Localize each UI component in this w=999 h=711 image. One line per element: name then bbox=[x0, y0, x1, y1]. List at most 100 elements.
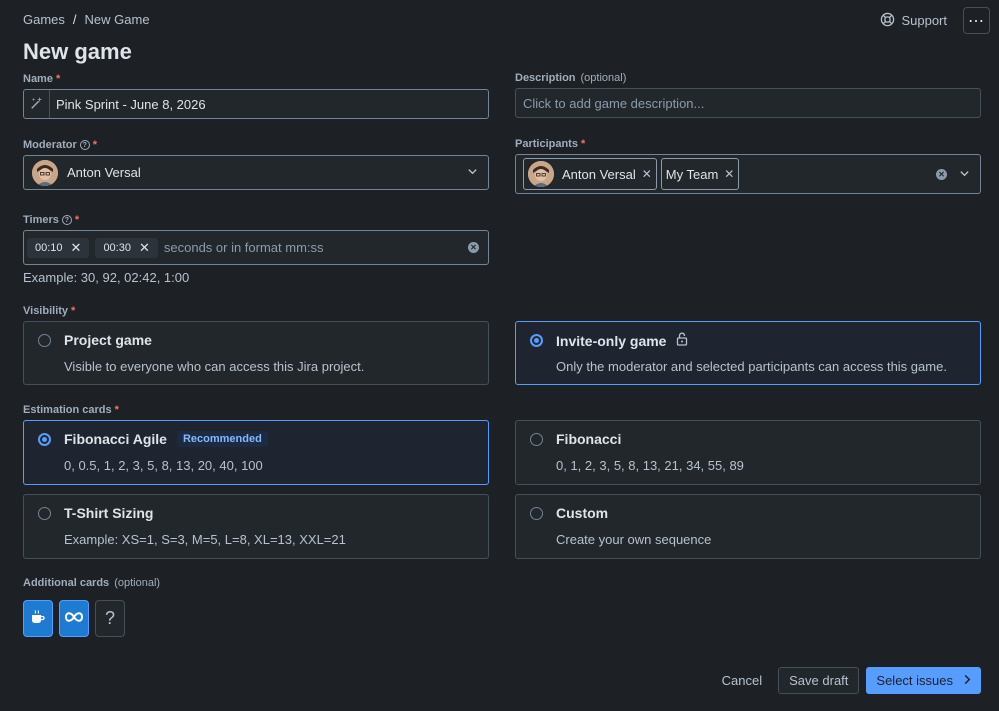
timers-input[interactable]: 00:10 ✕ 00:30 ✕ seconds or in format mm:… bbox=[23, 230, 489, 265]
breadcrumb: Games / New Game bbox=[23, 12, 150, 27]
moderator-label: Moderator ? * bbox=[23, 139, 97, 151]
remove-icon[interactable]: ✕ bbox=[724, 167, 734, 181]
select-issues-label: Select issues bbox=[876, 673, 953, 688]
estimation-option-fibonacci[interactable]: Fibonacci 0, 1, 2, 3, 5, 8, 13, 21, 34, … bbox=[515, 420, 981, 485]
infinity-card-toggle[interactable] bbox=[59, 600, 89, 637]
option-title: Invite-only game bbox=[556, 332, 688, 349]
support-label: Support bbox=[901, 13, 947, 28]
name-field[interactable]: Pink Sprint - June 8, 2026 bbox=[23, 89, 489, 119]
timer-chip: 00:10 ✕ bbox=[27, 237, 90, 258]
recommended-badge: Recommended bbox=[176, 431, 268, 447]
participants-label: Participants * bbox=[515, 138, 585, 150]
option-description: Example: XS=1, S=3, M=5, L=8, XL=13, XXL… bbox=[64, 532, 346, 547]
question-icon: ? bbox=[104, 608, 115, 628]
estimation-option-fibonacci-agile[interactable]: Fibonacci Agile Recommended 0, 0.5, 1, 2… bbox=[23, 420, 489, 485]
chevron-down-icon[interactable] bbox=[959, 167, 970, 182]
participants-label-text: Participants bbox=[515, 138, 578, 150]
timer-chip-label: 00:10 bbox=[35, 241, 63, 254]
help-icon[interactable]: ? bbox=[79, 140, 90, 150]
footer-actions: Cancel Save draft Select issues bbox=[722, 667, 981, 694]
additional-cards-label: Additional cards (optional) bbox=[23, 577, 160, 589]
timers-label: Timers ? * bbox=[23, 214, 79, 226]
option-description: 0, 0.5, 1, 2, 3, 5, 8, 13, 20, 40, 100 bbox=[64, 458, 263, 473]
header-actions: Support ⋯ bbox=[880, 7, 990, 34]
radio-button[interactable] bbox=[38, 507, 51, 520]
coffee-card-toggle[interactable] bbox=[23, 600, 53, 637]
required-marker: * bbox=[55, 73, 61, 85]
estimation-option-tshirt[interactable]: T-Shirt Sizing Example: XS=1, S=3, M=5, … bbox=[23, 494, 489, 559]
required-marker: * bbox=[74, 214, 80, 226]
breadcrumb-current: New Game bbox=[84, 12, 150, 27]
avatar bbox=[32, 159, 58, 186]
remove-icon[interactable]: ✕ bbox=[71, 240, 82, 256]
chevron-down-icon[interactable] bbox=[467, 165, 478, 180]
visibility-label: Visibility * bbox=[23, 305, 75, 317]
more-options-button[interactable]: ⋯ bbox=[963, 7, 990, 34]
more-icon: ⋯ bbox=[968, 12, 985, 30]
cancel-button[interactable]: Cancel bbox=[722, 673, 762, 688]
clear-icon[interactable]: ✕ bbox=[936, 168, 947, 180]
required-marker: * bbox=[114, 404, 119, 416]
lock-icon bbox=[676, 332, 688, 349]
question-card-toggle[interactable]: ? bbox=[95, 600, 125, 637]
required-marker: * bbox=[71, 305, 76, 317]
help-icon[interactable]: ? bbox=[61, 215, 72, 225]
visibility-option-invite[interactable]: Invite-only game Only the moderator and … bbox=[515, 321, 981, 385]
description-placeholder: Click to add game description... bbox=[523, 95, 705, 111]
estimation-option-custom[interactable]: Custom Create your own sequence bbox=[515, 494, 981, 559]
name-label: Name * bbox=[23, 73, 60, 85]
page-title: New game bbox=[23, 39, 132, 64]
moderator-value: Anton Versal bbox=[67, 165, 141, 180]
option-description: Create your own sequence bbox=[556, 532, 712, 547]
radio-button[interactable] bbox=[38, 433, 51, 446]
support-button[interactable]: Support bbox=[880, 12, 947, 30]
breadcrumb-games-link[interactable]: Games bbox=[23, 12, 65, 27]
option-title: Custom bbox=[556, 505, 608, 521]
option-title-text: Invite-only game bbox=[556, 332, 667, 349]
participants-select[interactable]: Anton Versal ✕ My Team ✕ ✕ bbox=[515, 154, 981, 194]
visibility-label-text: Visibility bbox=[23, 305, 69, 317]
timers-placeholder: seconds or in format mm:ss bbox=[163, 240, 324, 255]
lifebuoy-icon bbox=[880, 12, 895, 30]
select-issues-button[interactable]: Select issues bbox=[866, 667, 981, 694]
chevron-right-icon bbox=[963, 673, 971, 688]
option-description: Visible to everyone who can access this … bbox=[64, 359, 365, 374]
remove-icon[interactable]: ✕ bbox=[139, 240, 150, 256]
description-label-text: Description bbox=[515, 72, 576, 84]
participant-name: My Team bbox=[665, 166, 719, 182]
description-label: Description (optional) bbox=[515, 72, 626, 84]
participant-tag: My Team ✕ bbox=[660, 158, 740, 190]
visibility-option-project[interactable]: Project game Visible to everyone who can… bbox=[23, 321, 489, 385]
save-draft-button[interactable]: Save draft bbox=[778, 667, 860, 694]
option-description: Only the moderator and selected particip… bbox=[556, 359, 947, 374]
radio-button[interactable] bbox=[530, 334, 543, 347]
name-input-value[interactable]: Pink Sprint - June 8, 2026 bbox=[56, 97, 206, 112]
infinity-icon bbox=[64, 611, 84, 626]
option-title-text: Fibonacci Agile bbox=[64, 431, 167, 447]
required-marker: * bbox=[580, 138, 586, 150]
description-field[interactable]: Click to add game description... bbox=[515, 88, 981, 118]
generate-name-button[interactable] bbox=[24, 90, 50, 118]
option-title: T-Shirt Sizing bbox=[64, 505, 153, 521]
option-title-text: T-Shirt Sizing bbox=[64, 505, 154, 521]
additional-cards-label-text: Additional cards bbox=[23, 577, 110, 589]
save-draft-label: Save draft bbox=[789, 673, 849, 688]
radio-button[interactable] bbox=[38, 334, 51, 347]
moderator-select[interactable]: Anton Versal bbox=[23, 155, 489, 190]
remove-icon[interactable]: ✕ bbox=[642, 167, 652, 181]
estimation-label: Estimation cards * bbox=[23, 404, 119, 416]
timers-label-text: Timers bbox=[23, 214, 59, 226]
option-title: Fibonacci Agile Recommended bbox=[64, 431, 268, 447]
option-title-text: Custom bbox=[556, 505, 609, 521]
option-title-text: Project game bbox=[64, 332, 152, 348]
radio-button[interactable] bbox=[530, 507, 543, 520]
required-marker: * bbox=[92, 139, 98, 151]
coffee-icon bbox=[30, 609, 46, 628]
optional-marker: (optional) bbox=[580, 72, 627, 84]
breadcrumb-separator: / bbox=[72, 12, 77, 27]
estimation-label-text: Estimation cards bbox=[23, 404, 112, 416]
option-title: Project game bbox=[64, 332, 152, 348]
radio-button[interactable] bbox=[530, 433, 543, 446]
timer-chip-label: 00:30 bbox=[103, 241, 131, 254]
clear-icon[interactable]: ✕ bbox=[468, 242, 479, 253]
